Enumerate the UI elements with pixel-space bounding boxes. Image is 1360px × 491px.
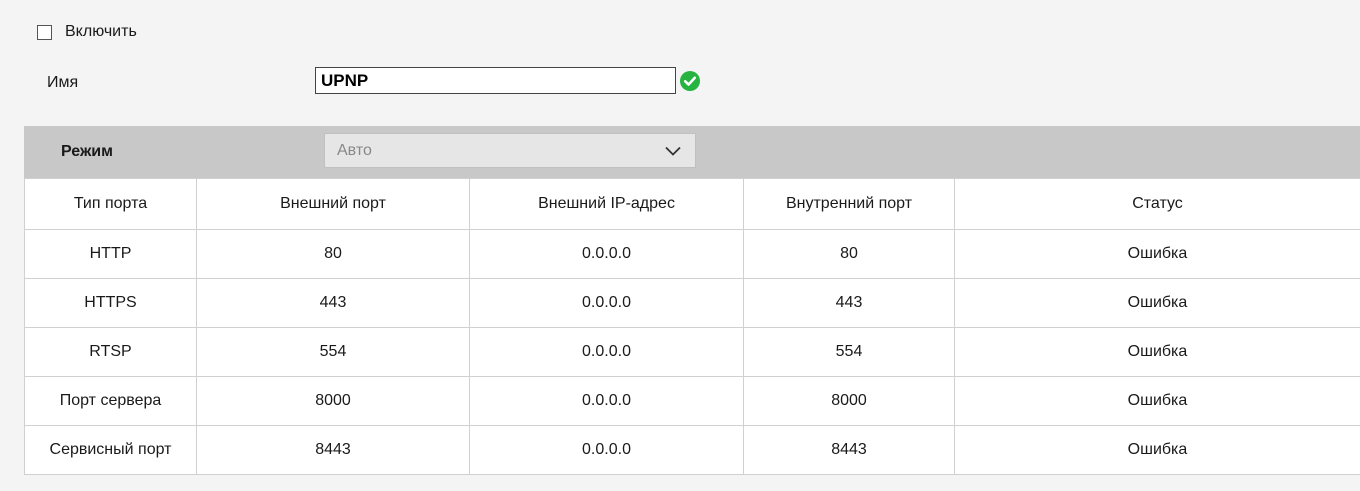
name-label: Имя xyxy=(47,74,79,91)
column-header-status: Статус xyxy=(954,178,1360,230)
external-ip-cell: 0.0.0.0 xyxy=(469,425,744,475)
column-header-internal-port: Внутренний порт xyxy=(743,178,955,230)
external-ip-cell: 0.0.0.0 xyxy=(469,327,744,377)
mode-bar: Режим Авто xyxy=(24,126,1360,178)
column-header-external-port: Внешний порт xyxy=(196,178,470,230)
port-type-cell: RTSP xyxy=(24,327,197,377)
enable-checkbox[interactable] xyxy=(37,24,52,40)
external-port-cell: 554 xyxy=(196,327,470,377)
status-cell: Ошибка xyxy=(954,229,1360,279)
status-cell: Ошибка xyxy=(954,278,1360,328)
mode-label: Режим xyxy=(61,143,113,160)
table-row: RTSP 554 0.0.0.0 554 Ошибка xyxy=(24,327,1360,377)
name-input[interactable] xyxy=(315,67,676,94)
port-type-cell: HTTPS xyxy=(24,278,197,328)
table-row: HTTPS 443 0.0.0.0 443 Ошибка xyxy=(24,278,1360,328)
internal-port-cell: 8443 xyxy=(743,425,955,475)
external-port-cell: 8443 xyxy=(196,425,470,475)
external-ip-cell: 0.0.0.0 xyxy=(469,376,744,426)
internal-port-cell: 554 xyxy=(743,327,955,377)
port-type-cell: HTTP xyxy=(24,229,197,279)
column-header-external-ip: Внешний IP-адрес xyxy=(469,178,744,230)
column-header-port-type: Тип порта xyxy=(24,178,197,230)
port-type-cell: Сервисный порт xyxy=(24,425,197,475)
external-port-cell: 80 xyxy=(196,229,470,279)
enable-checkbox-row[interactable]: Включить xyxy=(37,22,137,42)
port-type-cell: Порт сервера xyxy=(24,376,197,426)
status-cell: Ошибка xyxy=(954,327,1360,377)
external-ip-cell: 0.0.0.0 xyxy=(469,229,744,279)
table-row: HTTP 80 0.0.0.0 80 Ошибка xyxy=(24,229,1360,279)
enable-label: Включить xyxy=(65,23,137,40)
status-cell: Ошибка xyxy=(954,425,1360,475)
table-row: Порт сервера 8000 0.0.0.0 8000 Ошибка xyxy=(24,376,1360,426)
mode-select-value: Авто xyxy=(337,141,372,159)
check-circle-icon xyxy=(680,71,700,91)
status-cell: Ошибка xyxy=(954,376,1360,426)
external-port-cell: 8000 xyxy=(196,376,470,426)
internal-port-cell: 80 xyxy=(743,229,955,279)
internal-port-cell: 8000 xyxy=(743,376,955,426)
external-port-cell: 443 xyxy=(196,278,470,328)
external-ip-cell: 0.0.0.0 xyxy=(469,278,744,328)
table-header-row: Тип порта Внешний порт Внешний IP-адрес … xyxy=(24,178,1360,230)
port-mapping-table: Тип порта Внешний порт Внешний IP-адрес … xyxy=(24,178,1360,475)
internal-port-cell: 443 xyxy=(743,278,955,328)
chevron-down-icon xyxy=(665,146,681,156)
mode-select[interactable]: Авто xyxy=(324,133,696,168)
table-row: Сервисный порт 8443 0.0.0.0 8443 Ошибка xyxy=(24,425,1360,475)
